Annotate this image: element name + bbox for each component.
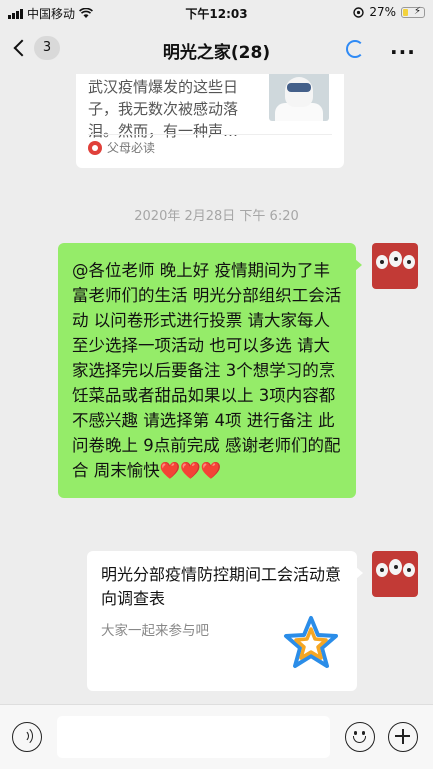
battery-icon: ⚡ <box>401 5 425 18</box>
source-logo-icon <box>88 140 102 155</box>
more-functions-button[interactable] <box>388 722 418 752</box>
article-message-card[interactable]: 武汉疫情爆发的这些日子，我无数次被感动落泪。然而，有一种声… 父母必读 <box>76 74 344 168</box>
star-logo-icon <box>284 616 338 668</box>
card-divider <box>88 134 332 135</box>
loading-spinner-icon <box>346 40 364 58</box>
article-summary: 武汉疫情爆发的这些日子，我无数次被感动落泪。然而，有一种声… <box>88 78 239 140</box>
message-timestamp: 2020年 2月28日 下午 6:20 <box>134 209 299 224</box>
text-message-bubble[interactable]: @各位老师 晚上好 疫情期间为了丰富老师们的生活 明光分部组织工会活动 以问卷形… <box>58 243 362 498</box>
message-text-input[interactable] <box>57 716 330 758</box>
more-options-icon[interactable]: ··· <box>390 40 416 64</box>
article-thumbnail <box>269 74 329 121</box>
survey-description: 大家一起来参与吧 <box>101 623 209 639</box>
article-source-name: 父母必读 <box>107 141 156 155</box>
location-icon <box>353 6 365 18</box>
emoji-button[interactable] <box>345 722 375 752</box>
message-input-bar <box>0 704 433 769</box>
sender-avatar[interactable] <box>372 551 418 597</box>
sender-avatar[interactable] <box>372 243 418 289</box>
survey-link-card[interactable]: 明光分部疫情防控期间工会活动意向调查表 大家一起来参与吧 <box>87 551 363 691</box>
status-bar: 中国移动 下午12:03 27% ⚡ <box>0 0 433 24</box>
charging-icon: ⚡ <box>413 5 421 17</box>
battery-percent: 27% <box>369 5 396 19</box>
message-list[interactable]: 武汉疫情爆发的这些日子，我无数次被感动落泪。然而，有一种声… 父母必读 2020… <box>0 74 433 704</box>
smiley-icon <box>354 731 357 735</box>
battery-fill <box>403 8 409 16</box>
chat-title: 明光之家(28) <box>162 43 271 63</box>
article-source: 父母必读 <box>88 139 155 156</box>
chat-header: 3 明光之家(28) ··· <box>0 24 433 74</box>
voice-input-button[interactable] <box>12 722 42 752</box>
survey-title: 明光分部疫情防控期间工会活动意向调查表 <box>101 565 342 608</box>
status-right: 27% ⚡ <box>353 5 425 19</box>
